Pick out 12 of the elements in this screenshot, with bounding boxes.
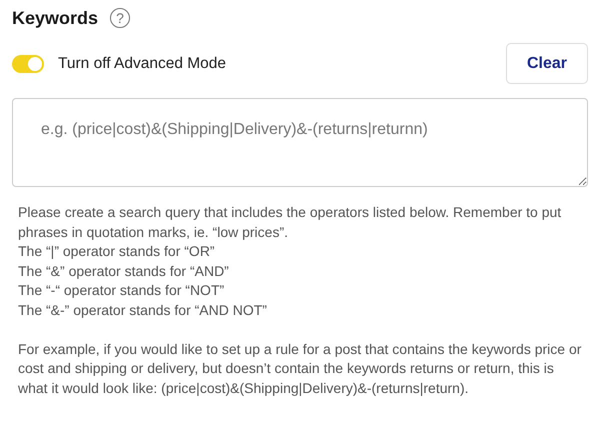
instruction-text: The “&” operator stands for “AND” bbox=[18, 262, 230, 281]
instruction-text: The “|” operator stands for “OR” bbox=[18, 242, 216, 262]
instruction-text: Please create a search query that includes the operators listed below. Remember to put phrases in quotation marks, ie. “low prices”. bbox=[18, 203, 562, 242]
example-text: For example, if you would like to set up a rule for a post that contains the keywords price or cost and shipping or delivery, but doesn’t contain the keywords returns or return, this is what it would look like: (price|cost)&(Shipping|Delivery)&-(returns|return). bbox=[18, 340, 582, 398]
help-icon[interactable]: ? bbox=[110, 8, 130, 28]
toggle-switch[interactable] bbox=[12, 54, 44, 72]
section-title: Keywords bbox=[12, 8, 98, 28]
clear-button[interactable]: Clear bbox=[506, 43, 588, 84]
instruction-text: The “&-” operator stands for “AND NOT” bbox=[18, 300, 268, 320]
query-field[interactable]: e.g. (price|cost)&(Shipping|Delivery)&-(returns|returnn) bbox=[12, 98, 588, 187]
instruction-text: The “-“ operator stands for “NOT” bbox=[18, 281, 226, 300]
toggle-label: Turn off Advanced Mode bbox=[58, 54, 226, 72]
